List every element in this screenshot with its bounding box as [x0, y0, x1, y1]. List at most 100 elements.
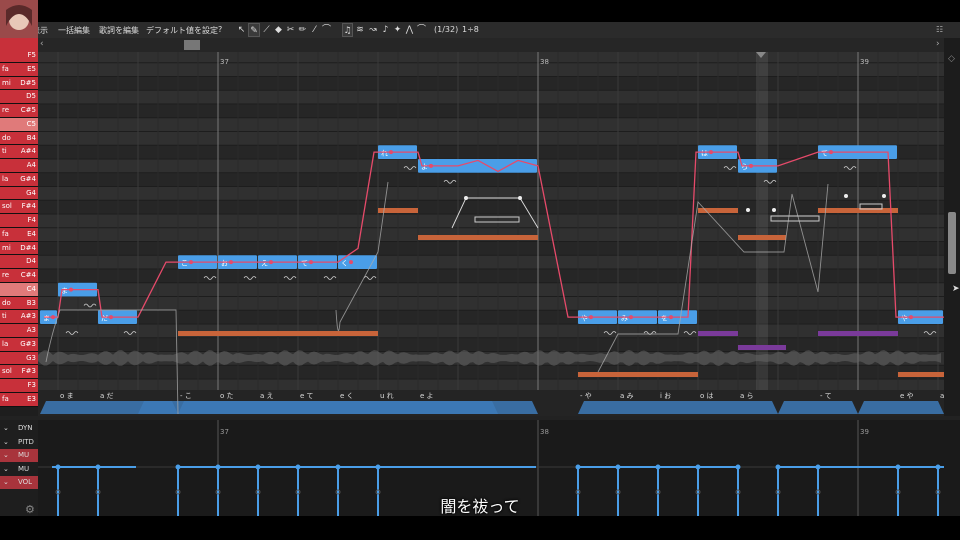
piano-key[interactable]: D5	[0, 90, 38, 104]
piano-key[interactable]: fa E4	[0, 227, 38, 242]
phoneme-label: o ま	[60, 392, 74, 400]
parameter-point	[55, 464, 61, 470]
scroll-left-icon[interactable]: ‹	[40, 39, 44, 49]
parameter-point	[815, 464, 821, 470]
draw-tool-icon[interactable]: ✏	[297, 23, 308, 37]
top-black-bar	[0, 0, 960, 22]
pitch-row	[38, 365, 944, 379]
key-solfege: sol	[2, 367, 12, 376]
parameter-point	[895, 464, 901, 470]
piano-key[interactable]: F5	[0, 52, 38, 63]
phoneme-label: u れ	[380, 392, 394, 400]
lane-toggle[interactable]: ⌄ MU	[0, 449, 38, 462]
parameter-point	[215, 464, 221, 470]
note-lyric: て	[821, 149, 828, 157]
phoneme-label: e く	[340, 392, 354, 400]
piano-key[interactable]: F4	[0, 214, 38, 228]
piano-key[interactable]: do B3	[0, 296, 38, 311]
reference-pitch-bar	[898, 372, 944, 377]
pencil-tool-icon[interactable]: ⁄	[309, 23, 320, 37]
piano-key[interactable]: re C#5	[0, 104, 38, 118]
select-tool-icon[interactable]: ↖	[236, 23, 247, 37]
lane-label: PITD	[18, 437, 34, 446]
piano-key[interactable]: D4	[0, 255, 38, 269]
piano-key[interactable]: A4	[0, 159, 38, 173]
line-tool-icon[interactable]: ⟋	[261, 23, 272, 37]
scroll-right-icon[interactable]: ›	[936, 39, 940, 49]
quantize-value[interactable]: (1/32)	[434, 25, 458, 34]
piano-key[interactable]: G4	[0, 186, 38, 201]
lane-toggle[interactable]: ⌄ DYN	[0, 422, 38, 435]
key-note-name: B3	[26, 298, 36, 307]
piano-key[interactable]: fa E5	[0, 62, 38, 77]
curve-mode-icon[interactable]: ⋀	[404, 23, 415, 37]
measure-number: 37	[220, 428, 229, 436]
piano-key[interactable]: mi D#5	[0, 76, 38, 91]
pitch-row	[38, 62, 944, 77]
note-lyric: は	[701, 149, 708, 157]
phoneme-envelope	[858, 401, 944, 414]
piano-key[interactable]: A3	[0, 324, 38, 338]
key-solfege: do	[2, 133, 11, 142]
pitch-row	[38, 52, 944, 63]
piano-key[interactable]: G3	[0, 351, 38, 366]
lane-toggle[interactable]: ⌄ MU	[0, 463, 38, 476]
lane-toggle[interactable]: ⌄ PITD	[0, 436, 38, 449]
horizontal-scroll-bar[interactable]: ‹ ›	[38, 38, 944, 52]
key-solfege: mi	[2, 243, 11, 252]
piano-roll[interactable]: 37 38 39 o ま a だ - こ o た a え e て e く u れ e よ - や a み i…	[38, 52, 944, 416]
key-solfege: re	[2, 271, 10, 279]
piano-keys[interactable]: F5 fa E5 mi D#5 D5 re C#5 C5 do B4 ti A#4 A4 la G#4 G4 so…	[0, 52, 38, 416]
key-solfege: fa	[2, 229, 9, 238]
piano-key[interactable]: C5	[0, 117, 38, 132]
vibrato-mode-icon[interactable]: ≋	[354, 23, 366, 37]
piano-key[interactable]: F3	[0, 379, 38, 393]
key-solfege: sol	[2, 202, 12, 211]
menu-batch-edit[interactable]: 一括編集	[58, 25, 90, 36]
key-solfege: re	[2, 106, 10, 114]
piano-key[interactable]: mi D#4	[0, 241, 38, 256]
key-note-name: E3	[27, 394, 36, 403]
help-button[interactable]: ?	[218, 25, 222, 34]
piano-roll-canvas[interactable]: 37 38 39 o ま a だ - こ o た a え e て e く u れ e よ - や a み i…	[38, 52, 944, 416]
key-solfege: fa	[2, 394, 9, 403]
picker-tool-icon[interactable]: ⌒	[321, 23, 332, 37]
pitch-mode-icon[interactable]: ↝	[367, 23, 379, 37]
piano-key[interactable]: fa E3	[0, 392, 38, 407]
note-mode-alt-icon[interactable]: ♪	[380, 23, 391, 37]
menu-edit-lyrics[interactable]: 歌詞を編集	[99, 25, 139, 36]
curve-control-point	[772, 208, 776, 212]
menu-set-defaults[interactable]: デフォルト値を設定	[146, 25, 218, 36]
piano-key[interactable]: la G#3	[0, 337, 38, 352]
pen-tool-icon[interactable]: ✎	[248, 23, 260, 37]
piano-key[interactable]: ti A#4	[0, 145, 38, 159]
settings-icon[interactable]: ☷	[936, 25, 943, 34]
split-mode-icon[interactable]: ✦	[392, 23, 403, 37]
piano-key[interactable]: la G#4	[0, 172, 38, 187]
zoom-icon[interactable]: ◇	[948, 54, 955, 64]
piano-key[interactable]: sol F#3	[0, 365, 38, 379]
lane-toggle[interactable]: ⌄ VOL	[0, 476, 38, 489]
chevron-down-icon: ⌄	[3, 478, 9, 486]
horizontal-scroll-thumb[interactable]	[184, 40, 200, 50]
singer-avatar[interactable]	[0, 0, 38, 52]
note-lyric: ま	[43, 314, 50, 322]
piano-key[interactable]: re C#4	[0, 269, 38, 283]
note-lyric: お	[221, 259, 228, 267]
piano-key[interactable]: do B4	[0, 131, 38, 146]
note-mode-icon[interactable]: ♫	[342, 23, 353, 37]
vertical-scroll-thumb[interactable]	[948, 212, 956, 274]
piano-key[interactable]: ti A#3	[0, 310, 38, 324]
avatar-image	[0, 0, 38, 52]
snap-value[interactable]: 1÷8	[462, 25, 479, 34]
piano-key[interactable]: sol F#4	[0, 200, 38, 214]
knife-tool-icon[interactable]: ✂	[285, 23, 296, 37]
piano-key[interactable]: C4	[0, 282, 38, 297]
eraser-tool-icon[interactable]: ◆	[273, 23, 284, 37]
lane-label: MU	[18, 451, 30, 459]
key-note-name: F3	[27, 381, 36, 389]
key-note-name: D#5	[20, 78, 36, 87]
measure-number: 39	[860, 428, 869, 436]
arc-mode-icon[interactable]: ⌒	[416, 23, 427, 37]
note-lyric: て	[301, 259, 308, 267]
